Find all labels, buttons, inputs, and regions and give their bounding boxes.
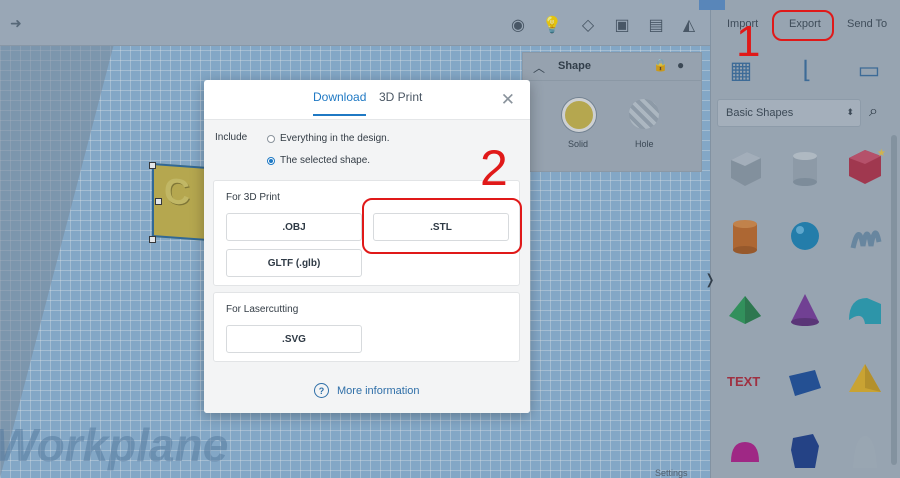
resize-handle[interactable] bbox=[149, 236, 156, 243]
gltf-button[interactable]: GLTF (.glb) bbox=[226, 249, 362, 277]
library-scrollbar[interactable] bbox=[891, 135, 897, 465]
polygon-shape-thumb[interactable] bbox=[785, 430, 825, 470]
shape-library-select[interactable]: Basic Shapes ⬍ bbox=[717, 99, 861, 127]
top-toolbar: ➜ ◉ 💡 ◇ ▣ ▤ ◭ bbox=[0, 0, 710, 46]
mirror-icon[interactable]: ◭ bbox=[678, 14, 700, 36]
radio-selected[interactable] bbox=[267, 156, 275, 165]
pyramid-shape-thumb[interactable] bbox=[845, 360, 885, 400]
include-label: Include bbox=[215, 132, 248, 143]
shape-panel-title: Shape bbox=[558, 60, 592, 72]
view-icon[interactable]: ◉ bbox=[507, 14, 529, 36]
sphere-shape-thumb[interactable] bbox=[785, 216, 825, 256]
cylinder-shape-thumb[interactable] bbox=[785, 148, 825, 188]
group-icon[interactable]: ▣ bbox=[611, 14, 633, 36]
annotation-step-2: 2 bbox=[480, 140, 508, 196]
workplane-label: Workplane bbox=[0, 419, 229, 471]
print-section-title: For 3D Print bbox=[226, 192, 280, 203]
include-everything-label: Everything in the design. bbox=[280, 133, 390, 144]
export-highlight-ring bbox=[772, 10, 834, 41]
right-panel: Import Export Send To ▦ ⌊ ▭ Basic Shapes… bbox=[699, 0, 900, 478]
cone-shape-thumb[interactable] bbox=[785, 290, 825, 330]
workplane-edge bbox=[0, 40, 115, 478]
wedge-shape-thumb[interactable] bbox=[785, 360, 825, 400]
annotation-step-1: 1 bbox=[736, 17, 761, 66]
settings-label[interactable]: Settings bbox=[655, 468, 688, 478]
help-icon: ? bbox=[314, 383, 329, 398]
include-everything-option[interactable]: Everything in the design. bbox=[267, 133, 390, 144]
text-shape-thumb[interactable]: TEXT bbox=[725, 360, 765, 400]
hemisphere-shape-thumb[interactable] bbox=[725, 432, 765, 472]
redo-arrow-icon[interactable]: ➜ bbox=[10, 15, 22, 32]
resize-handle[interactable] bbox=[149, 162, 156, 169]
radio-everything[interactable] bbox=[267, 134, 275, 143]
send-to-button[interactable]: Send To bbox=[847, 18, 887, 30]
tab-3d-print[interactable]: 3D Print bbox=[379, 90, 422, 114]
half-cylinder-shape-thumb[interactable] bbox=[845, 290, 885, 330]
laser-formats-card: For Lasercutting .SVG bbox=[213, 292, 520, 362]
resize-handle[interactable] bbox=[155, 198, 162, 205]
shape-glyph: C bbox=[164, 169, 190, 213]
search-icon[interactable]: ⌕ bbox=[869, 103, 878, 121]
laser-section-title: For Lasercutting bbox=[226, 304, 299, 315]
include-selected-label: The selected shape. bbox=[280, 155, 371, 166]
svg-text:TEXT: TEXT bbox=[727, 374, 760, 389]
solid-swatch[interactable] bbox=[562, 98, 596, 132]
stl-highlight-ring bbox=[362, 198, 522, 254]
hole-label: Hole bbox=[635, 139, 654, 149]
scribble-shape-thumb[interactable] bbox=[845, 216, 885, 256]
note-icon[interactable]: ◇ bbox=[577, 14, 599, 36]
collapse-chevron-icon[interactable]: ︿ bbox=[533, 59, 545, 76]
roof-shape-thumb[interactable] bbox=[725, 290, 765, 330]
bulb-icon[interactable]: 💡 bbox=[541, 14, 563, 36]
box-shape-thumb[interactable] bbox=[725, 148, 765, 188]
visibility-icon[interactable]: ● bbox=[677, 58, 684, 72]
box-red-shape-thumb[interactable]: ★ bbox=[845, 146, 885, 186]
hole-swatch[interactable] bbox=[629, 99, 659, 129]
obj-button[interactable]: .OBJ bbox=[226, 213, 362, 241]
cylinder-orange-shape-thumb[interactable] bbox=[725, 216, 765, 256]
more-information-link[interactable]: ? More information bbox=[314, 383, 420, 398]
align-icon[interactable]: ▤ bbox=[645, 14, 667, 36]
include-selected-option[interactable]: The selected shape. bbox=[267, 155, 370, 166]
solid-label: Solid bbox=[568, 139, 589, 149]
paraboloid-shape-thumb[interactable] bbox=[845, 432, 885, 472]
shape-library-value: Basic Shapes bbox=[726, 107, 794, 119]
svg-text:★: ★ bbox=[877, 148, 885, 159]
close-icon[interactable]: ✕ bbox=[501, 90, 515, 110]
lock-icon[interactable]: 🔒 bbox=[653, 58, 668, 72]
ruler-icon[interactable]: ⌊ bbox=[787, 52, 827, 88]
notes-icon[interactable]: ▭ bbox=[849, 52, 889, 88]
dialog-tabs: Download 3D Print ✕ bbox=[204, 80, 530, 120]
panel-collapse-chevron-icon[interactable]: ❭ bbox=[703, 267, 717, 291]
tab-download[interactable]: Download bbox=[313, 90, 367, 116]
view-toggle[interactable] bbox=[699, 0, 725, 10]
shape-inspector: ︿ Shape 🔒 ● Solid Hole bbox=[522, 52, 702, 172]
more-information-label: More information bbox=[337, 384, 420, 397]
svg-button[interactable]: .SVG bbox=[226, 325, 362, 353]
select-arrows-icon: ⬍ bbox=[846, 107, 854, 117]
